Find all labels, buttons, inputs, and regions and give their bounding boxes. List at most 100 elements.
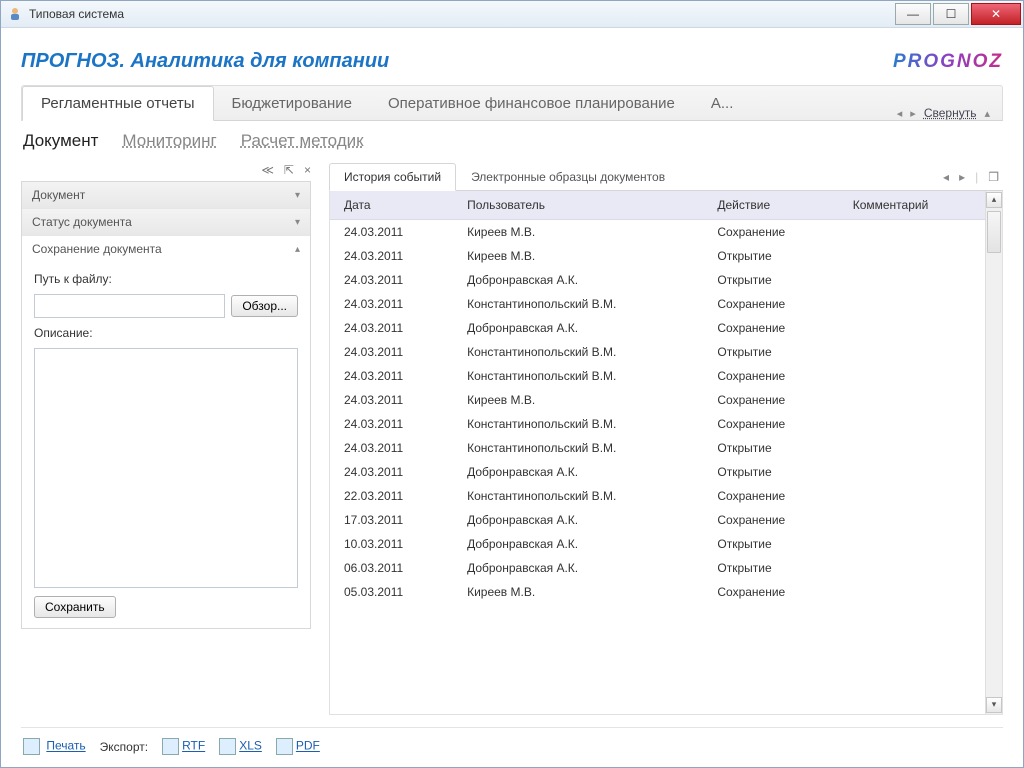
innertab-samples[interactable]: Электронные образцы документов [456, 163, 680, 190]
tabs-scroll-left-icon[interactable]: ◂ [897, 107, 903, 120]
scroll-up-icon[interactable]: ▴ [986, 192, 1002, 208]
table-row[interactable]: 24.03.2011Киреев М.В.Открытие [330, 244, 985, 268]
innertab-history[interactable]: История событий [329, 163, 456, 191]
accordion-title: Статус документа [32, 215, 132, 229]
cell: 24.03.2011 [330, 364, 453, 388]
page-title: ПРОГНОЗ. Аналитика для компании [21, 50, 389, 73]
table-row[interactable]: 24.03.2011Киреев М.В.Сохранение [330, 220, 985, 245]
col-action[interactable]: Действие [703, 191, 838, 220]
cell: Константинопольский В.М. [453, 412, 703, 436]
table-row[interactable]: 05.03.2011Киреев М.В.Сохранение [330, 580, 985, 604]
path-input[interactable] [34, 294, 225, 318]
inner-tabs: История событий Электронные образцы доку… [329, 163, 1003, 191]
save-button[interactable]: Сохранить [34, 596, 116, 618]
table-row[interactable]: 24.03.2011Добронравская А.К.Открытие [330, 268, 985, 292]
tab-budgeting[interactable]: Бюджетирование [214, 87, 370, 120]
accordion-header-status[interactable]: Статус документа ▾ [22, 208, 310, 235]
cell [839, 508, 985, 532]
collapse-link[interactable]: Свернуть [924, 106, 977, 120]
cell: 06.03.2011 [330, 556, 453, 580]
inner-next-icon[interactable]: ▸ [959, 170, 965, 184]
header: ПРОГНОЗ. Аналитика для компании PROGNOZ [21, 42, 1003, 77]
browse-button[interactable]: Обзор... [231, 295, 298, 317]
cell [839, 244, 985, 268]
main-tabs: Регламентные отчеты Бюджетирование Опера… [21, 85, 1003, 121]
print-link[interactable]: Печать [23, 738, 86, 755]
tabs-scroll-right-icon[interactable]: ▸ [910, 107, 916, 120]
cell: Киреев М.В. [453, 580, 703, 604]
table-row[interactable]: 24.03.2011Константинопольский В.М.Сохран… [330, 364, 985, 388]
cell: Константинопольский В.М. [453, 364, 703, 388]
tab-financial-planning[interactable]: Оперативное финансовое планирование [370, 87, 693, 120]
cell: Открытие [703, 244, 838, 268]
collapse-caret-icon[interactable]: ▴ [984, 107, 990, 120]
minimize-button[interactable]: — [895, 3, 931, 25]
cell: Киреев М.В. [453, 388, 703, 412]
table-row[interactable]: 06.03.2011Добронравская А.К.Открытие [330, 556, 985, 580]
cell [839, 316, 985, 340]
accordion-title: Документ [32, 188, 85, 202]
table-row[interactable]: 24.03.2011Константинопольский В.М.Сохран… [330, 292, 985, 316]
inner-popout-icon[interactable]: ❐ [988, 170, 999, 184]
panel-back-icon[interactable]: ≪ [261, 163, 274, 177]
table-row[interactable]: 24.03.2011Киреев М.В.Сохранение [330, 388, 985, 412]
panel-pin-icon[interactable]: ⇱ [284, 163, 294, 177]
table-row[interactable]: 24.03.2011Константинопольский В.М.Открыт… [330, 436, 985, 460]
cell [839, 268, 985, 292]
table-row[interactable]: 24.03.2011Константинопольский В.М.Сохран… [330, 412, 985, 436]
cell: Константинопольский В.М. [453, 340, 703, 364]
window-title: Типовая система [29, 7, 893, 21]
panel-close-icon[interactable]: × [304, 163, 311, 177]
description-textarea[interactable] [34, 348, 298, 588]
print-label[interactable]: Печать [46, 739, 85, 753]
scroll-track[interactable] [986, 209, 1002, 696]
maximize-button[interactable]: ☐ [933, 3, 969, 25]
events-table: Дата Пользователь Действие Комментарий 2… [330, 191, 985, 604]
description-label: Описание: [34, 326, 298, 340]
close-button[interactable]: ✕ [971, 3, 1021, 25]
cell: Сохранение [703, 508, 838, 532]
col-date[interactable]: Дата [330, 191, 453, 220]
right-panel: История событий Электронные образцы доку… [329, 163, 1003, 715]
chevron-down-icon: ▾ [295, 217, 300, 228]
chevron-up-icon: ▴ [295, 244, 300, 255]
cell: Сохранение [703, 364, 838, 388]
cell [839, 580, 985, 604]
accordion-body-save: Путь к файлу: Обзор... Описание: Сохрани… [22, 262, 310, 628]
table-row[interactable]: 24.03.2011Добронравская А.К.Сохранение [330, 316, 985, 340]
subtab-document[interactable]: Документ [23, 131, 98, 151]
tab-regulatory-reports[interactable]: Регламентные отчеты [22, 86, 214, 121]
accordion-header-document[interactable]: Документ ▾ [22, 182, 310, 208]
content: ≪ ⇱ × Документ ▾ Статус документа ▾ Сохр… [21, 163, 1003, 715]
table-header-row: Дата Пользователь Действие Комментарий [330, 191, 985, 220]
vertical-scrollbar[interactable]: ▴ ▾ [985, 191, 1002, 714]
col-comment[interactable]: Комментарий [839, 191, 985, 220]
table-row[interactable]: 10.03.2011Добронравская А.К.Открытие [330, 532, 985, 556]
export-label: Экспорт: [100, 740, 148, 754]
path-label: Путь к файлу: [34, 272, 298, 286]
export-pdf[interactable]: PDF [276, 738, 320, 755]
table-row[interactable]: 24.03.2011Добронравская А.К.Открытие [330, 460, 985, 484]
inner-prev-icon[interactable]: ◂ [943, 170, 949, 184]
table-row[interactable]: 17.03.2011Добронравская А.К.Сохранение [330, 508, 985, 532]
cell: Сохранение [703, 292, 838, 316]
table-row[interactable]: 24.03.2011Константинопольский В.М.Открыт… [330, 340, 985, 364]
col-user[interactable]: Пользователь [453, 191, 703, 220]
cell: 24.03.2011 [330, 460, 453, 484]
scroll-thumb[interactable] [987, 211, 1001, 253]
table-row[interactable]: 22.03.2011Константинопольский В.М.Сохран… [330, 484, 985, 508]
cell: 05.03.2011 [330, 580, 453, 604]
scroll-down-icon[interactable]: ▾ [986, 697, 1002, 713]
accordion-title: Сохранение документа [32, 242, 162, 256]
cell: Сохранение [703, 220, 838, 245]
subtab-monitoring[interactable]: Мониторинг [122, 131, 216, 151]
accordion-header-save[interactable]: Сохранение документа ▴ [22, 235, 310, 262]
export-xls[interactable]: XLS [219, 738, 262, 755]
export-rtf[interactable]: RTF [162, 738, 205, 755]
subtab-methods[interactable]: Расчет методик [241, 131, 364, 151]
cell: 24.03.2011 [330, 388, 453, 412]
cell [839, 388, 985, 412]
cell: 24.03.2011 [330, 316, 453, 340]
tab-truncated[interactable]: А... [693, 87, 752, 120]
app-window: Типовая система — ☐ ✕ ПРОГНОЗ. Аналитика… [0, 0, 1024, 768]
